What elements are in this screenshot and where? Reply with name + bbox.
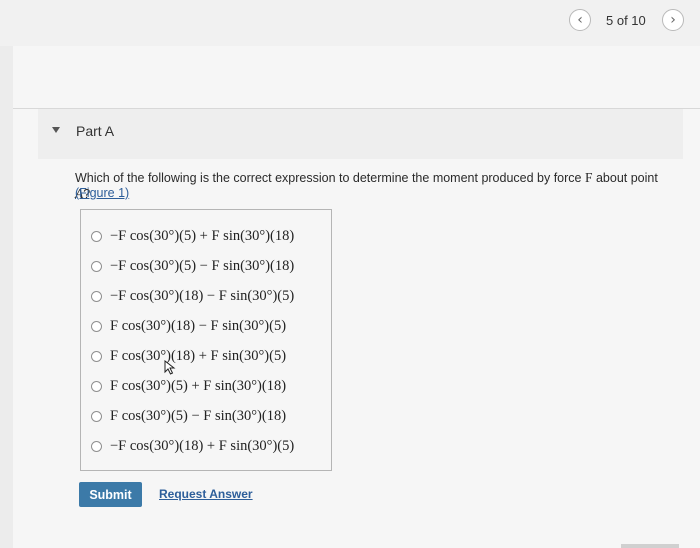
- next-question-button[interactable]: ›: [662, 9, 684, 31]
- radio-button[interactable]: [91, 230, 102, 242]
- answer-option[interactable]: −F cos(30°)(18) − F sin(30°)(5): [91, 285, 294, 307]
- radio-button[interactable]: [91, 410, 102, 422]
- top-bar: ‹ 5 of 10 ›: [0, 0, 700, 46]
- collapse-caret-icon[interactable]: [52, 127, 60, 133]
- force-symbol: F: [584, 170, 593, 185]
- part-title: Part A: [76, 123, 115, 139]
- option-label: F cos(30°)(18) − F sin(30°)(5): [110, 317, 287, 334]
- option-label: −F cos(30°)(18) − F sin(30°)(5): [110, 287, 295, 304]
- option-label: F cos(30°)(5) − F sin(30°)(18): [110, 407, 287, 424]
- option-label: F cos(30°)(5) + F sin(30°)(18): [110, 377, 287, 394]
- answer-option[interactable]: F cos(30°)(5) − F sin(30°)(18): [91, 405, 286, 427]
- answer-option[interactable]: −F cos(30°)(18) + F sin(30°)(5): [91, 435, 294, 457]
- chevron-left-icon: ‹: [577, 12, 583, 28]
- option-label: −F cos(30°)(18) + F sin(30°)(5): [110, 437, 295, 454]
- mouse-pointer-icon: [164, 360, 176, 375]
- answer-option[interactable]: −F cos(30°)(5) + F sin(30°)(18): [91, 225, 294, 247]
- request-answer-link[interactable]: Request Answer: [159, 487, 253, 501]
- answer-option[interactable]: F cos(30°)(5) + F sin(30°)(18): [91, 375, 286, 397]
- option-label: −F cos(30°)(5) − F sin(30°)(18): [110, 257, 295, 274]
- question-text-part: Which of the following is the correct ex…: [75, 171, 585, 185]
- option-label: F cos(30°)(18) + F sin(30°)(5): [110, 347, 287, 364]
- question-text: Which of the following is the correct ex…: [75, 170, 675, 202]
- answer-option[interactable]: F cos(30°)(18) − F sin(30°)(5): [91, 315, 286, 337]
- chevron-right-icon: ›: [670, 12, 676, 28]
- scrollbar[interactable]: [621, 544, 679, 548]
- answer-option[interactable]: −F cos(30°)(5) − F sin(30°)(18): [91, 255, 294, 277]
- radio-button[interactable]: [91, 440, 102, 452]
- question-counter: 5 of 10: [606, 13, 646, 28]
- answer-options: −F cos(30°)(5) + F sin(30°)(18) −F cos(3…: [80, 209, 332, 471]
- radio-button[interactable]: [91, 320, 102, 332]
- figure-link[interactable]: (Figure 1): [75, 186, 129, 200]
- radio-button[interactable]: [91, 380, 102, 392]
- previous-question-button[interactable]: ‹: [569, 9, 591, 31]
- answer-option[interactable]: F cos(30°)(18) + F sin(30°)(5): [91, 345, 286, 367]
- part-header[interactable]: [38, 109, 683, 159]
- question-text-part: about point: [592, 171, 658, 185]
- option-label: −F cos(30°)(5) + F sin(30°)(18): [110, 227, 295, 244]
- radio-button[interactable]: [91, 260, 102, 272]
- submit-button[interactable]: Submit: [79, 482, 142, 507]
- radio-button[interactable]: [91, 350, 102, 362]
- radio-button[interactable]: [91, 290, 102, 302]
